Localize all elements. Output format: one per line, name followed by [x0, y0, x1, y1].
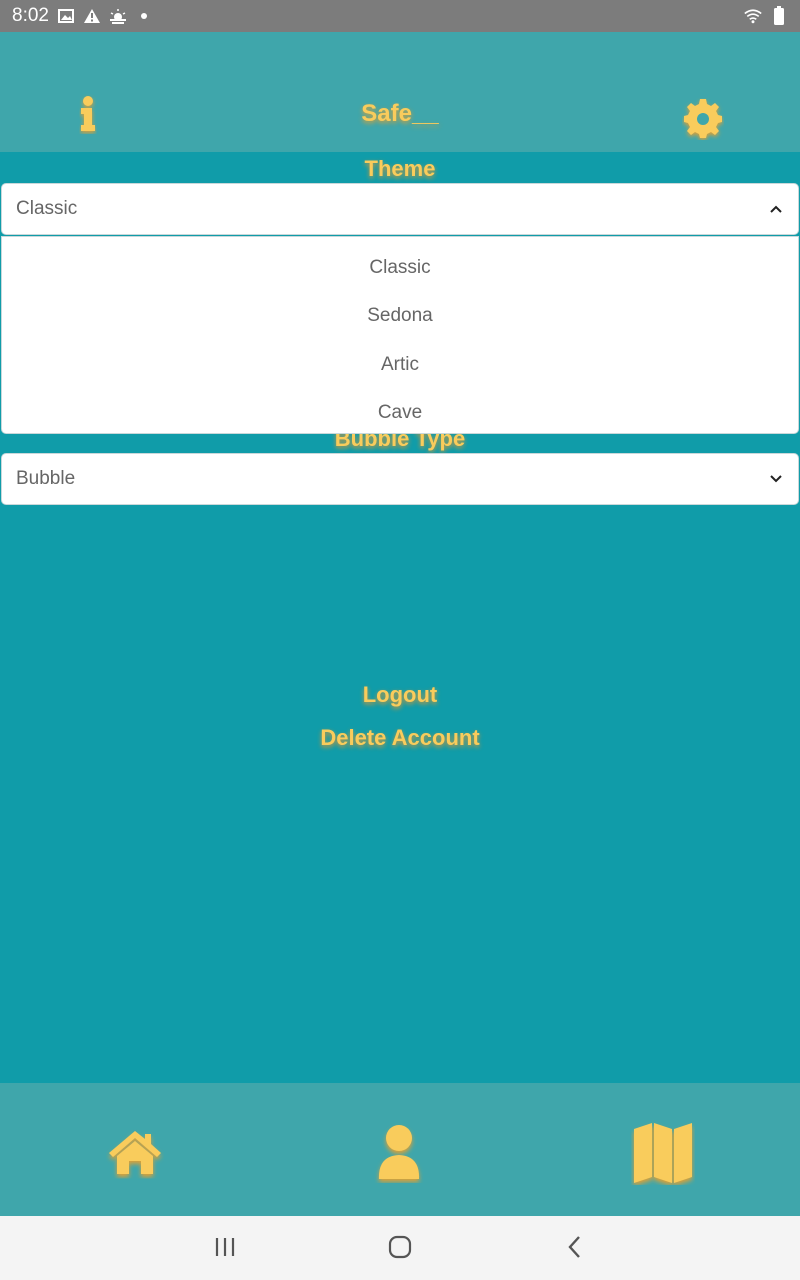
nav-map-button[interactable] — [630, 1121, 696, 1190]
image-icon — [57, 7, 75, 25]
profile-icon — [374, 1123, 424, 1188]
theme-option-sedona[interactable]: Sedona — [2, 305, 798, 327]
weather-icon — [109, 7, 127, 25]
theme-option-cave[interactable]: Cave — [2, 402, 798, 424]
home-icon — [106, 1127, 164, 1184]
bubble-type-select[interactable]: Bubble — [1, 453, 799, 505]
wifi-icon — [744, 7, 762, 25]
system-home-button[interactable] — [385, 1235, 415, 1264]
bubble-selected-value: Bubble — [16, 468, 76, 489]
map-icon — [631, 1121, 695, 1190]
bottom-nav — [0, 1083, 800, 1216]
system-nav-bar — [0, 1216, 800, 1280]
theme-dropdown-list: Classic Sedona Artic Cave — [1, 236, 799, 434]
theme-select[interactable]: Classic — [1, 183, 799, 235]
gear-icon — [682, 99, 724, 144]
logout-button[interactable]: Logout — [0, 682, 800, 708]
delete-account-button[interactable]: Delete Account — [0, 725, 800, 751]
theme-option-artic[interactable]: Artic — [2, 354, 798, 376]
battery-icon — [770, 6, 788, 25]
back-button[interactable] — [560, 1235, 590, 1264]
theme-selected-value: Classic — [16, 198, 78, 219]
home-circle-icon — [388, 1235, 412, 1264]
status-bar: 8:02 — [0, 0, 800, 32]
chevron-up-icon — [768, 201, 784, 217]
theme-option-classic[interactable]: Classic — [2, 257, 798, 279]
back-icon — [567, 1235, 583, 1264]
warning-icon — [83, 7, 101, 25]
theme-label: Theme — [364, 156, 436, 181]
chevron-down-icon — [768, 471, 784, 487]
recent-apps-icon — [214, 1237, 236, 1262]
app-title: Safe__ — [361, 100, 439, 127]
settings-button[interactable] — [682, 98, 724, 140]
status-time: 8:02 — [12, 5, 49, 26]
top-app-bar: Safe__ — [0, 32, 800, 152]
nav-profile-button[interactable] — [370, 1123, 428, 1187]
dot-icon — [135, 7, 153, 25]
recent-apps-button[interactable] — [210, 1236, 240, 1262]
nav-home-button[interactable] — [104, 1123, 166, 1187]
